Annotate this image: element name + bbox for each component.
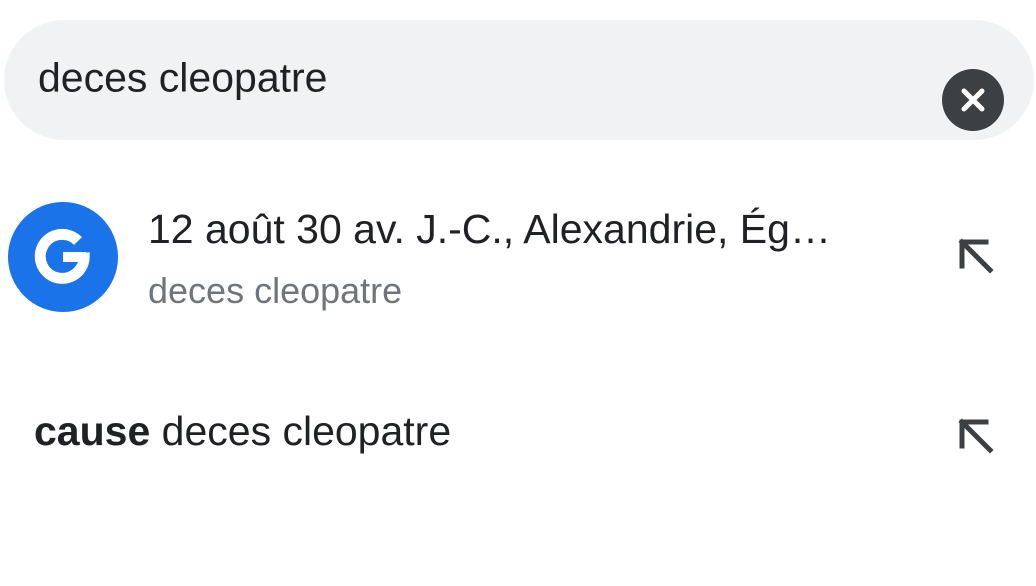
suggestion-subtitle: deces cleopatre — [148, 270, 403, 311]
suggestion-bold-prefix: cause — [34, 408, 151, 454]
close-icon — [961, 88, 985, 112]
suggestion-text: cause deces cleopatre — [34, 408, 451, 455]
search-input[interactable]: deces cleopatre — [38, 55, 327, 102]
search-suggestions-screen: deces cleopatre 12 août 30 av. J.-C., Al… — [0, 0, 1036, 586]
suggestion-item[interactable]: cause deces cleopatre — [0, 380, 1036, 490]
fill-query-arrow-icon[interactable] — [954, 234, 998, 278]
google-g-icon — [8, 202, 118, 312]
clear-search-button[interactable] — [942, 69, 1004, 131]
suggestion-rest: deces cleopatre — [150, 408, 452, 454]
suggestion-title: 12 août 30 av. J.-C., Alexandrie, Ég… — [148, 206, 831, 252]
suggestion-item[interactable]: 12 août 30 av. J.-C., Alexandrie, Ég… de… — [0, 186, 1036, 326]
search-bar[interactable]: deces cleopatre — [4, 20, 1034, 140]
fill-query-arrow-icon[interactable] — [954, 414, 998, 458]
